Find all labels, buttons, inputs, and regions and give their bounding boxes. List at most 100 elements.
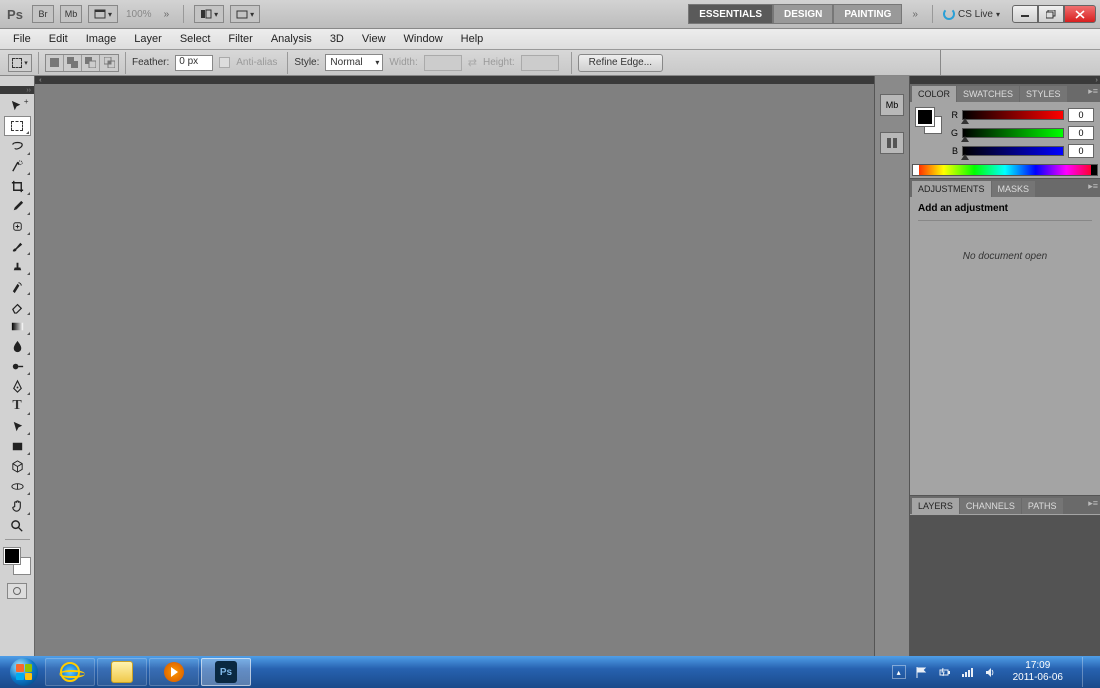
panel-menu-icon[interactable]: ▸≡ [1088, 181, 1098, 192]
taskbar-ie[interactable] [45, 658, 95, 686]
taskbar-clock[interactable]: 17:09 2011-06-06 [1007, 660, 1069, 684]
tab-swatches[interactable]: SWATCHES [957, 86, 1019, 102]
history-panel-icon[interactable] [880, 132, 904, 154]
workspace-design[interactable]: DESIGN [773, 4, 833, 24]
screen-mode-dropdown[interactable] [230, 5, 260, 23]
date-text: 2011-06-06 [1013, 672, 1063, 684]
refine-edge-button[interactable]: Refine Edge... [578, 54, 663, 72]
workspace-essentials[interactable]: ESSENTIALS [688, 4, 773, 24]
g-value[interactable]: 0 [1068, 126, 1094, 140]
taskbar-wmp[interactable] [149, 658, 199, 686]
dock-expander[interactable]: ›› [910, 76, 1100, 84]
eyedropper-tool[interactable] [4, 196, 31, 216]
menu-select[interactable]: Select [171, 29, 220, 49]
view-extras-dropdown[interactable] [88, 5, 118, 23]
r-value[interactable]: 0 [1068, 108, 1094, 122]
menu-file[interactable]: File [4, 29, 40, 49]
type-tool[interactable]: T [4, 396, 31, 416]
shape-tool[interactable] [4, 436, 31, 456]
volume-icon[interactable] [984, 665, 998, 679]
r-label: R [948, 110, 958, 120]
zoom-level[interactable]: 100% [126, 9, 152, 20]
tray-overflow-button[interactable]: ▴ [892, 665, 906, 679]
foreground-color-swatch[interactable] [3, 547, 21, 565]
move-tool[interactable]: + [4, 96, 31, 116]
tab-paths[interactable]: PATHS [1022, 498, 1063, 514]
b-value[interactable]: 0 [1068, 144, 1094, 158]
3d-tool[interactable] [4, 456, 31, 476]
menu-filter[interactable]: Filter [219, 29, 261, 49]
canvas-expander[interactable]: ‹‹ [35, 76, 874, 84]
minibridge-panel-icon[interactable]: Mb [880, 94, 904, 116]
gradient-tool[interactable] [4, 316, 31, 336]
panel-menu-icon[interactable]: ▸≡ [1088, 86, 1098, 97]
color-swatch-pair[interactable] [916, 108, 942, 134]
current-tool-preset[interactable] [8, 54, 32, 72]
path-selection-tool[interactable] [4, 416, 31, 436]
tab-adjustments[interactable]: ADJUSTMENTS [912, 181, 991, 197]
dodge-tool[interactable] [4, 356, 31, 376]
quickmask-toggle[interactable] [7, 583, 27, 599]
network-icon[interactable] [961, 665, 975, 679]
menu-analysis[interactable]: Analysis [262, 29, 321, 49]
pen-tool[interactable] [4, 376, 31, 396]
selection-new[interactable] [46, 55, 64, 71]
color-ramp[interactable] [912, 164, 1098, 176]
menu-3d[interactable]: 3D [321, 29, 353, 49]
selection-add[interactable] [64, 55, 82, 71]
healing-brush-tool[interactable] [4, 216, 31, 236]
flag-icon[interactable] [915, 665, 929, 679]
selection-intersect[interactable] [100, 55, 118, 71]
arrange-documents-dropdown[interactable] [194, 5, 224, 23]
color-swatches[interactable] [3, 547, 31, 575]
crop-tool[interactable] [4, 176, 31, 196]
b-slider[interactable] [962, 146, 1064, 156]
tab-styles[interactable]: STYLES [1020, 86, 1067, 102]
menu-help[interactable]: Help [452, 29, 493, 49]
menu-image[interactable]: Image [77, 29, 126, 49]
close-button[interactable] [1064, 5, 1096, 23]
blur-tool[interactable] [4, 336, 31, 356]
start-button[interactable] [4, 656, 44, 688]
brush-tool[interactable] [4, 236, 31, 256]
eraser-tool[interactable] [4, 296, 31, 316]
menu-window[interactable]: Window [395, 29, 452, 49]
options-dock-well [940, 50, 1100, 76]
taskbar-photoshop[interactable]: Ps [201, 658, 251, 686]
lasso-tool[interactable] [4, 136, 31, 156]
fg-swatch[interactable] [916, 108, 934, 126]
minibridge-button[interactable]: Mb [60, 5, 82, 23]
selection-subtract[interactable] [82, 55, 100, 71]
tab-color[interactable]: COLOR [912, 86, 956, 102]
clone-stamp-tool[interactable] [4, 256, 31, 276]
tab-layers[interactable]: LAYERS [912, 498, 959, 514]
menu-layer[interactable]: Layer [125, 29, 171, 49]
menu-view[interactable]: View [353, 29, 395, 49]
g-slider[interactable] [962, 128, 1064, 138]
zoom-tool[interactable] [4, 516, 31, 536]
tab-channels[interactable]: CHANNELS [960, 498, 1021, 514]
panel-menu-icon[interactable]: ▸≡ [1088, 498, 1098, 509]
menu-edit[interactable]: Edit [40, 29, 77, 49]
hand-tool[interactable] [4, 496, 31, 516]
3d-camera-tool[interactable] [4, 476, 31, 496]
workspace-painting[interactable]: PAINTING [833, 4, 902, 24]
antialias-label: Anti-alias [236, 57, 277, 68]
bridge-button[interactable]: Br [32, 5, 54, 23]
power-icon[interactable] [938, 665, 952, 679]
toolbox-expander[interactable]: ›› [0, 86, 34, 94]
tab-masks[interactable]: MASKS [992, 181, 1036, 197]
minimize-button[interactable] [1012, 5, 1038, 23]
r-slider[interactable] [962, 110, 1064, 120]
restore-button[interactable] [1038, 5, 1064, 23]
history-brush-tool[interactable] [4, 276, 31, 296]
show-desktop-button[interactable] [1082, 657, 1092, 687]
selection-mode-group [45, 54, 119, 72]
cs-live-button[interactable]: CS Live ▾ [943, 8, 1000, 20]
style-select[interactable]: Normal [325, 54, 383, 71]
chevron-right-icon[interactable]: » [912, 9, 918, 20]
taskbar-explorer[interactable] [97, 658, 147, 686]
feather-input[interactable]: 0 px [175, 55, 213, 71]
marquee-tool[interactable] [4, 116, 31, 136]
quick-selection-tool[interactable] [4, 156, 31, 176]
